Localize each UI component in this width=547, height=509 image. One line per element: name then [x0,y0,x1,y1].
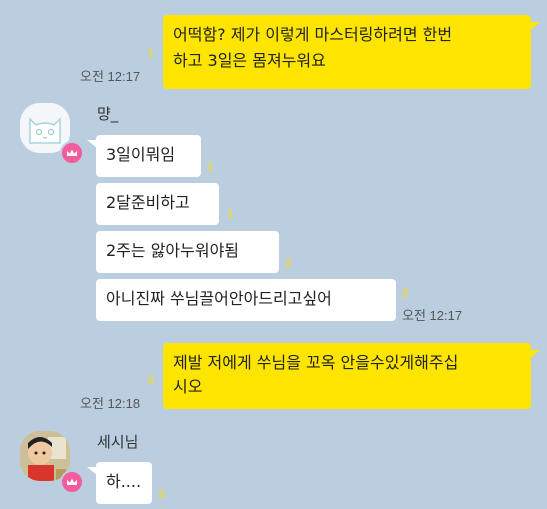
other-message-bubble[interactable]: 3일이뭐임 [96,135,201,177]
sender-name: 먕_ [97,105,119,123]
unread-count: 2 [402,286,409,300]
message-text: 2달준비하고 [106,193,190,212]
bubble-tail [87,467,97,475]
my-message-bubble[interactable]: 제발 저에게 쑤님을 꼬옥 안을수있게해주십 시오 [163,343,531,409]
bubble-tail [87,140,97,148]
message-text: 하.... [106,472,142,491]
message-text-line: 제발 저에게 쑤님을 꼬옥 안을수있게해주십 [173,353,459,372]
other-message-bubble[interactable]: 2달준비하고 [96,183,219,225]
bubble-tail [530,22,540,30]
message-text-line: 어떡함? 제가 이렇게 마스터링하려면 한번 [173,25,453,44]
message-time: 오전 12:18 [80,396,141,411]
unread-count: 2 [285,256,292,270]
my-message-bubble[interactable]: 어떡함? 제가 이렇게 마스터링하려면 한번 하고 3일은 몸져누워요 [163,15,531,89]
sender-name: 세시님 [97,433,139,451]
other-message-bubble[interactable]: 하.... [96,462,152,504]
unread-count: 3 [147,373,154,387]
unread-count: 1 [147,46,154,60]
message-text: 2주는 앓아누워야됨 [106,241,240,260]
message-text-line: 하고 3일은 몸져누워요 [173,51,326,70]
unread-count: 1 [227,207,234,221]
crown-icon [60,470,84,494]
message-text: 3일이뭐임 [106,145,176,164]
unread-count: 3 [158,487,165,501]
message-text-line: 시오 [173,377,203,396]
other-message-bubble[interactable]: 2주는 앓아누워야됨 [96,231,279,273]
message-time: 오전 12:17 [80,69,141,84]
message-time: 오전 12:17 [402,308,463,323]
crown-icon [60,141,84,165]
bubble-tail [530,350,540,358]
other-message-bubble[interactable]: 아니진짜 쑤님끌어안아드리고싶어 [96,279,396,321]
message-text: 아니진짜 쑤님끌어안아드리고싶어 [106,289,332,308]
unread-count: 1 [207,160,214,174]
